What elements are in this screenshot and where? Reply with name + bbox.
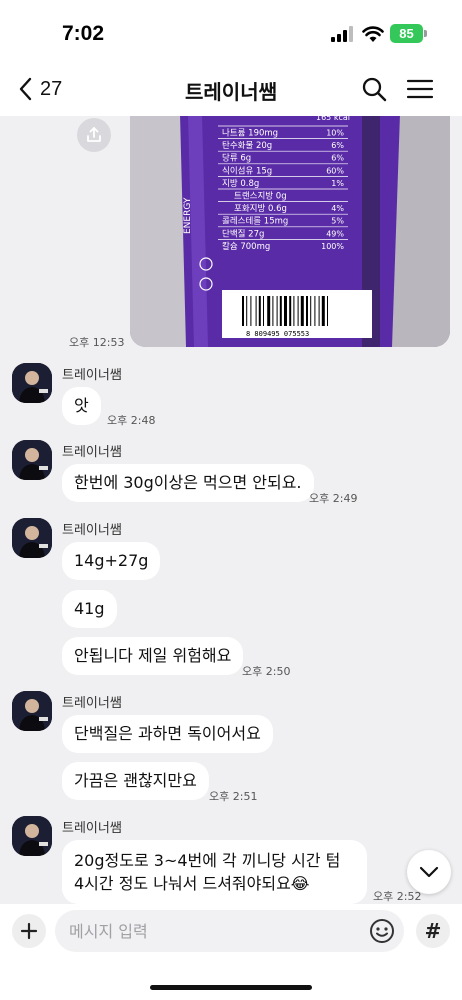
avatar-photo bbox=[12, 816, 52, 856]
sender-name: 트레이너쌤 bbox=[62, 445, 122, 460]
attach-button[interactable] bbox=[12, 914, 46, 948]
avatar[interactable] bbox=[12, 691, 52, 731]
message-time: 오후 2:50 bbox=[242, 665, 291, 678]
barcode-bar bbox=[246, 296, 248, 326]
avatar[interactable] bbox=[12, 363, 52, 403]
nutrition-row-label: 당류 6g bbox=[222, 153, 251, 164]
nutrition-row-percent: 100% bbox=[321, 242, 344, 251]
signal-icon bbox=[331, 26, 353, 42]
nutrition-row-percent: 4% bbox=[331, 204, 344, 213]
avatar[interactable] bbox=[12, 440, 52, 480]
barcode-bar bbox=[314, 296, 316, 326]
chat-header: 27 트레이너쌤 bbox=[0, 62, 462, 116]
message-time: 오후 2:48 bbox=[107, 414, 156, 427]
scroll-to-bottom-button[interactable] bbox=[407, 850, 451, 894]
barcode-bar bbox=[272, 296, 274, 326]
barcode-bar bbox=[258, 296, 261, 326]
nutrition-row-percent: 60% bbox=[326, 166, 344, 175]
menu-icon[interactable] bbox=[406, 78, 434, 100]
bottle-side-text: ENERGY bbox=[183, 197, 193, 234]
message-input-bar: # bbox=[0, 904, 462, 1000]
hashtag-button[interactable]: # bbox=[416, 914, 450, 948]
nutrition-row-percent: 6% bbox=[331, 154, 344, 163]
barcode-bar bbox=[321, 296, 325, 326]
message-bubble[interactable]: 20g정도로 3~4번에 각 끼니당 시간 텀 4시간 정도 나눠서 드셔줘야되… bbox=[62, 840, 367, 904]
avatar[interactable] bbox=[12, 518, 52, 558]
nutrition-row-label: 탄수화물 20g bbox=[222, 140, 272, 151]
barcode-bar bbox=[242, 296, 244, 326]
barcode-bar bbox=[310, 296, 312, 326]
battery-indicator: 85 bbox=[390, 24, 423, 43]
message-bubble[interactable]: 앗 bbox=[62, 387, 101, 425]
nutrition-row-percent: 49% bbox=[326, 229, 344, 238]
share-icon bbox=[87, 127, 101, 142]
nutrition-row-percent: 5% bbox=[331, 217, 344, 226]
photo-time: 오후 12:53 bbox=[69, 336, 125, 349]
barcode-bar bbox=[318, 296, 320, 326]
chevron-down-icon bbox=[419, 866, 439, 878]
kcal-label: 165 kcal bbox=[316, 116, 350, 122]
avatar-photo bbox=[12, 363, 52, 403]
nutrition-row-label: 칼슘 700mg bbox=[222, 242, 270, 252]
nutrition-row-label: 단백질 27g bbox=[222, 228, 264, 239]
chat-title: 트레이너쌤 bbox=[185, 80, 277, 104]
barcode-bar bbox=[289, 296, 292, 326]
barcode-bar bbox=[279, 296, 282, 326]
nutrition-row-percent: 6% bbox=[331, 141, 344, 150]
nutrition-row-label: 지방 0.8g bbox=[222, 178, 259, 189]
sender-name: 트레이너쌤 bbox=[62, 696, 122, 711]
avatar[interactable] bbox=[12, 816, 52, 856]
message-bubble[interactable]: 한번에 30g이상은 먹으면 안되요. bbox=[62, 464, 314, 502]
barcode-bar bbox=[327, 296, 328, 326]
barcode-bar bbox=[250, 296, 252, 326]
nutrition-row-label: 포화지방 0.6g bbox=[234, 203, 287, 214]
photo-message[interactable]: ENERGY 165 kcal 나트륨 190mg 10% 탄수화물 20g 6% 당류 … bbox=[130, 116, 450, 347]
barcode-bar bbox=[293, 296, 295, 326]
plus-icon bbox=[20, 922, 38, 940]
status-time: 7:02 bbox=[62, 22, 105, 45]
barcode-bar bbox=[255, 296, 257, 326]
barcode-bar bbox=[267, 296, 271, 326]
avatar-photo bbox=[12, 440, 52, 480]
emoji-icon[interactable] bbox=[369, 918, 395, 944]
barcode-number: 8 809495 075553 bbox=[246, 330, 309, 338]
message-bubble[interactable]: 안됩니다 제일 위험해요 bbox=[62, 637, 244, 675]
nutrition-row-label: 콜레스테롤 15mg bbox=[222, 217, 288, 227]
barcode-bar bbox=[306, 296, 308, 326]
message-bubble[interactable]: 가끔은 괜찮지만요 bbox=[62, 762, 209, 800]
nutrition-row-percent: 1% bbox=[331, 179, 344, 188]
search-icon[interactable] bbox=[361, 76, 387, 102]
barcode-bar bbox=[284, 296, 287, 326]
status-bar: 7:02 85 bbox=[0, 0, 462, 62]
message-time: 오후 2:52 bbox=[373, 890, 422, 903]
nutrition-row-label: 식이섬유 15g bbox=[222, 165, 272, 176]
nutrition-label-photo: ENERGY 165 kcal 나트륨 190mg 10% 탄수화물 20g 6% 당류 … bbox=[130, 116, 450, 347]
nutrition-row-label: 나트륨 190mg bbox=[222, 129, 278, 139]
sender-name: 트레이너쌤 bbox=[62, 821, 122, 836]
message-bubble[interactable]: 단백질은 과하면 독이어서요 bbox=[62, 715, 273, 753]
message-time: 오후 2:51 bbox=[209, 790, 258, 803]
share-button[interactable] bbox=[77, 118, 111, 152]
barcode-bar bbox=[297, 296, 299, 326]
message-bubble[interactable]: 41g bbox=[62, 590, 117, 628]
message-input[interactable] bbox=[55, 910, 404, 952]
nutrition-row-percent: 10% bbox=[326, 129, 344, 138]
battery-tip bbox=[424, 30, 427, 37]
sender-name: 트레이너쌤 bbox=[62, 523, 122, 538]
chat-area[interactable]: ENERGY 165 kcal 나트륨 190mg 10% 탄수화물 20g 6% 당류 … bbox=[0, 116, 462, 904]
nutrition-row-label: 트랜스지방 0g bbox=[234, 191, 287, 202]
barcode-bar bbox=[300, 296, 304, 326]
avatar-photo bbox=[12, 518, 52, 558]
avatar-photo bbox=[12, 691, 52, 731]
message-bubble[interactable]: 14g+27g bbox=[62, 542, 161, 580]
hashtag-icon: # bbox=[424, 919, 442, 943]
wifi-icon bbox=[362, 26, 384, 42]
barcode-bar bbox=[263, 296, 264, 326]
barcode-bar bbox=[276, 296, 278, 326]
home-indicator bbox=[150, 985, 312, 990]
sender-name: 트레이너쌤 bbox=[62, 368, 122, 383]
message-time: 오후 2:49 bbox=[309, 492, 358, 505]
